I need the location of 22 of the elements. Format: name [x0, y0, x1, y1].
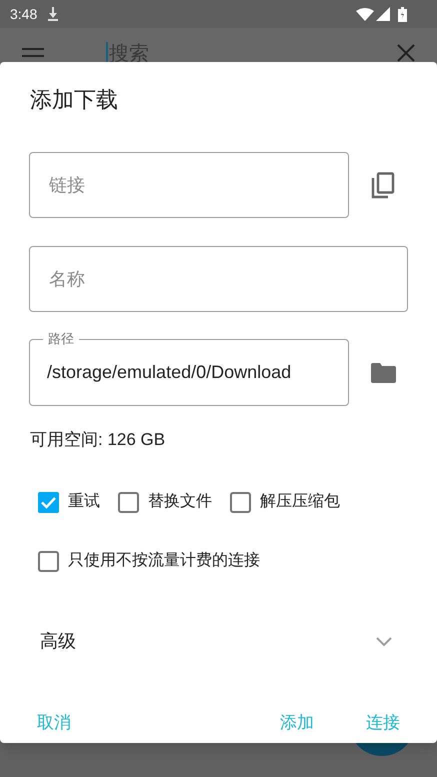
- status-time: 3:48: [10, 4, 38, 24]
- download-icon: [47, 7, 60, 21]
- wifi-icon: [356, 8, 374, 20]
- free-space-text: 可用空间: 126 GB: [30, 429, 166, 451]
- checkbox-label[interactable]: 只使用不按流量计费的连接: [68, 549, 260, 573]
- link-field[interactable]: 链接: [29, 152, 349, 218]
- checkbox-label[interactable]: 替换文件: [148, 490, 212, 514]
- dialog-title: 添加下载: [30, 86, 119, 114]
- checkbox[interactable]: [230, 492, 251, 512]
- signal-icon: [376, 7, 390, 21]
- checkbox[interactable]: [38, 492, 59, 512]
- field-label: 路径: [43, 331, 79, 347]
- copy-icon[interactable]: [371, 172, 395, 198]
- chevron-icon[interactable]: [376, 636, 392, 646]
- checkbox-label[interactable]: 重试: [68, 490, 100, 514]
- advanced-section-label[interactable]: 高级: [40, 628, 76, 655]
- checkbox[interactable]: [118, 492, 139, 512]
- name-field[interactable]: 名称: [29, 246, 408, 312]
- checkbox[interactable]: [38, 550, 59, 572]
- battery-icon: [398, 6, 407, 22]
- checkbox-label[interactable]: 解压压缩包: [260, 490, 340, 514]
- close-icon[interactable]: [397, 44, 415, 62]
